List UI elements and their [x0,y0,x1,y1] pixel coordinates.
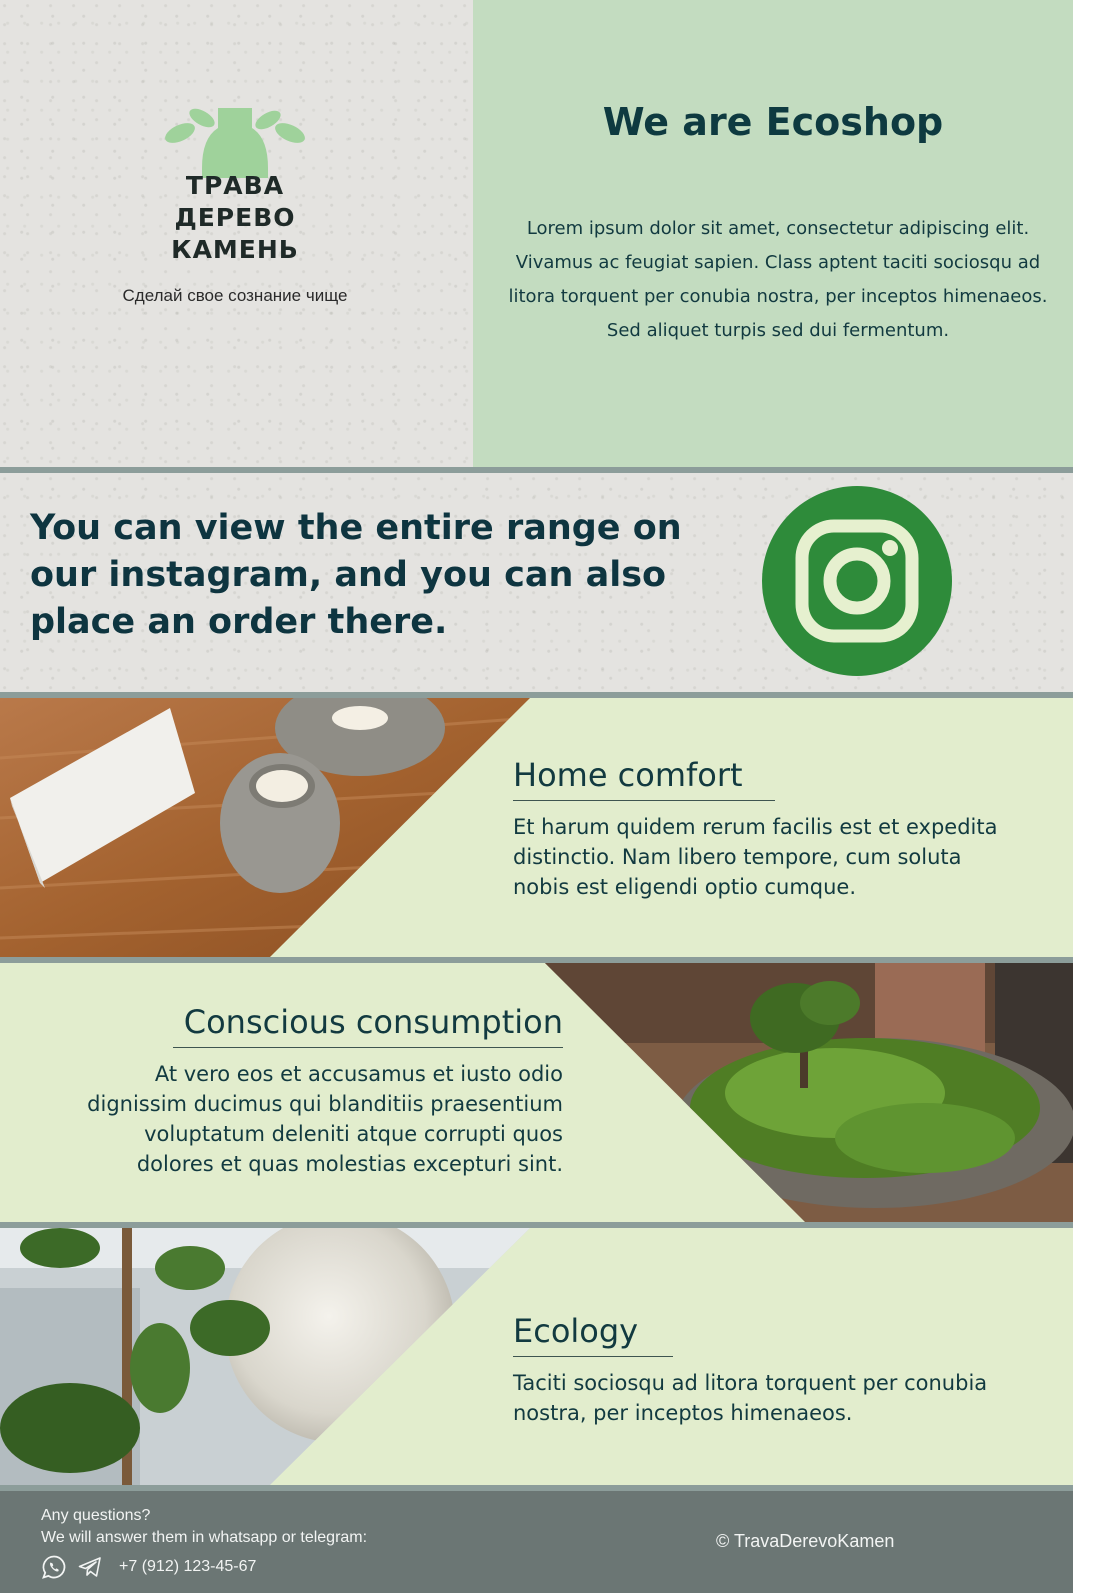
instagram-band: You can view the entire range on our ins… [0,473,1073,692]
intro-title: We are Ecoshop [602,100,944,144]
feature-text: Et harum quidem rerum facilis est et exp… [513,815,998,899]
feature-home-comfort: Home comfort Et harum quidem rerum facil… [0,698,1073,957]
footer: Any questions? We will answer them in wh… [0,1491,1073,1593]
brand-tagline: Сделай свое сознание чище [122,286,348,305]
logo-word-3: КАМЕНЬ [171,235,299,264]
logo-word-2: ДЕРЕВО [174,203,296,232]
feature-text: At vero eos et accusamus et iusto odio d… [87,1062,563,1176]
feature-title: Conscious consumption [173,1003,563,1048]
footer-contact-note: Any questions? We will answer them in wh… [41,1505,367,1549]
footer-answer: We will answer them in whatsapp or teleg… [41,1529,368,1546]
footer-copyright: © TravaDerevoKamen [716,1531,895,1551]
instagram-icon[interactable] [762,486,952,676]
footer-question: Any questions? [41,1507,151,1524]
feature-title: Ecology [513,1312,673,1357]
logo-panel: ТРАВА ДЕРЕВО КАМЕНЬ Сделай свое сознание… [0,0,473,467]
feature-ecology: Ecology Taciti sociosqu ad litora torque… [0,1228,1073,1485]
logo-word-1: ТРАВА [185,171,285,200]
feature-photo [545,963,1073,1222]
feature-text: Taciti sociosqu ad litora torquent per c… [513,1371,988,1425]
feature-conscious-consumption: Conscious consumption At vero eos et acc… [0,963,1073,1222]
instagram-text: You can view the entire range on our ins… [30,508,682,642]
ecoshop-page: ТРАВА ДЕРЕВО КАМЕНЬ Сделай свое сознание… [0,0,1073,1593]
whatsapp-icon[interactable] [41,1554,67,1580]
feature-photo [0,1228,530,1485]
intro-panel: We are Ecoshop Lorem ipsum dolor sit ame… [473,0,1073,467]
feature-title: Home comfort [513,756,775,801]
intro-text: Lorem ipsum dolor sit amet, consectetur … [508,218,1048,341]
footer-contacts: +7 (912) 123-45-67 [41,1553,256,1581]
leaves-logo-icon [165,108,305,178]
telegram-icon[interactable] [77,1554,103,1580]
footer-phone[interactable]: +7 (912) 123-45-67 [119,1558,256,1576]
feature-photo [0,698,530,957]
